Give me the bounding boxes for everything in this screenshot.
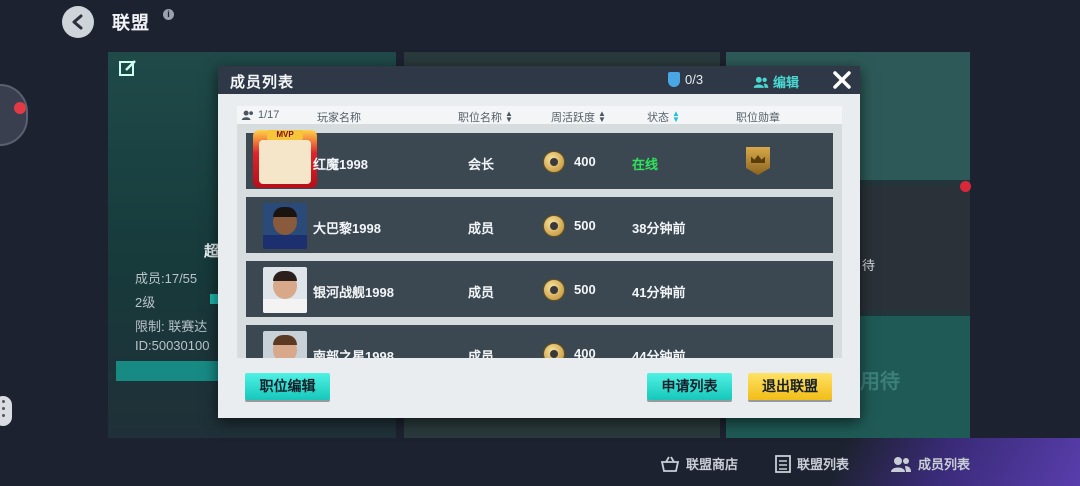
close-icon[interactable]	[831, 69, 853, 91]
activity-coin-icon	[543, 279, 565, 301]
notification-dot	[14, 102, 26, 114]
back-button[interactable]	[62, 6, 94, 38]
avatar	[259, 140, 311, 184]
list-icon	[775, 454, 791, 473]
member-name: 大巴黎1998	[313, 221, 381, 236]
column-status[interactable]: 状态 ▲ ▼	[647, 109, 680, 125]
column-badge: 职位勋章	[736, 109, 780, 125]
members-icon	[753, 76, 769, 88]
league-id: ID:50030100	[135, 338, 210, 353]
member-status: 在线	[632, 157, 659, 172]
member-position: 成员	[468, 285, 495, 300]
member-name: 南部之星1998	[313, 349, 394, 358]
nav-label: 联盟列表	[797, 457, 850, 472]
members-icon	[891, 456, 911, 472]
avatar-shirt	[263, 235, 307, 249]
column-player-name: 玩家名称	[317, 109, 361, 125]
edit-positions-button[interactable]: 职位编辑	[245, 373, 330, 400]
shop-basket-icon	[660, 456, 680, 472]
member-name: 银河战舰1998	[313, 285, 394, 300]
member-activity: 400	[574, 346, 596, 358]
member-status: 38分钟前	[632, 221, 686, 236]
mvp-avatar-frame: MVP	[253, 130, 317, 188]
member-list-dialog: 成员列表 0/3 编辑 1/17 玩家名称 职位名称 ▲ ▼ 周活跃度 ▲ ▼ …	[218, 66, 860, 418]
activity-coin-icon	[543, 151, 565, 173]
avatar-shirt	[263, 299, 307, 313]
dialog-title: 成员列表	[230, 74, 295, 91]
info-icon[interactable]: i	[163, 9, 174, 20]
member-position: 会长	[468, 157, 495, 172]
nav-league-shop[interactable]: 联盟商店	[660, 454, 738, 473]
member-row[interactable]: MVP 红魔1998 会长 400 在线	[246, 130, 833, 189]
member-position: 成员	[468, 349, 495, 358]
applications-button[interactable]: 申请列表	[647, 373, 732, 400]
member-activity: 500	[574, 282, 596, 297]
member-count: 1/17	[241, 109, 279, 121]
column-header-row: 1/17 玩家名称 职位名称 ▲ ▼ 周活跃度 ▲ ▼ 状态 ▲ ▼ 职位勋章	[237, 106, 842, 124]
page-title: 联盟	[112, 13, 150, 33]
avatar	[263, 267, 307, 313]
shield-icon	[668, 72, 680, 87]
sort-icon: ▲ ▼	[672, 109, 680, 124]
edit-icon[interactable]	[118, 58, 138, 78]
column-weekly-activity[interactable]: 周活跃度 ▲ ▼	[551, 109, 606, 125]
back-arrow-icon	[72, 14, 83, 30]
activity-coin-icon	[543, 215, 565, 237]
right-tile-text-large: 用待	[860, 371, 900, 393]
top-bar: 联盟 i	[0, 0, 1080, 46]
league-members: 成员:17/55	[135, 271, 198, 286]
column-label: 职位名称	[458, 112, 502, 124]
nav-league-list[interactable]: 联盟列表	[775, 454, 849, 473]
sort-icon: ▲ ▼	[598, 109, 606, 124]
avatar	[263, 203, 307, 249]
side-avatar[interactable]	[0, 84, 28, 146]
member-row[interactable]: 大巴黎1998 成员 500 38分钟前	[246, 197, 833, 253]
slot-count: 0/3	[685, 72, 704, 87]
column-label: 职位勋章	[736, 112, 780, 124]
member-list[interactable]: 1/17 玩家名称 职位名称 ▲ ▼ 周活跃度 ▲ ▼ 状态 ▲ ▼ 职位勋章 MVP 红魔…	[237, 106, 842, 358]
member-count-text: 1/17	[258, 109, 280, 121]
column-label: 状态	[647, 112, 669, 124]
bottom-nav: 联盟商店 联盟列表 成员列表	[0, 448, 1080, 482]
dialog-header: 成员列表 0/3 编辑	[218, 66, 860, 94]
member-row[interactable]: 南部之星1998 成员 400 44分钟前	[246, 325, 833, 358]
edit-button[interactable]: 编辑	[753, 72, 799, 91]
member-status: 44分钟前	[632, 349, 686, 358]
members-icon	[241, 110, 253, 120]
mvp-tag: MVP	[267, 130, 303, 140]
member-status: 41分钟前	[632, 285, 686, 300]
avatar	[263, 331, 307, 358]
crown-badge-icon	[746, 147, 770, 175]
member-name: 红魔1998	[313, 157, 368, 172]
column-label: 玩家名称	[317, 112, 361, 124]
notification-dot	[960, 181, 971, 192]
member-activity: 400	[574, 154, 596, 169]
edit-label: 编辑	[773, 75, 800, 90]
member-position: 成员	[468, 221, 495, 236]
nav-member-list[interactable]: 成员列表	[890, 454, 970, 473]
league-level: 2级	[135, 295, 156, 310]
sort-icon: ▲ ▼	[505, 109, 513, 124]
side-drawer-handle[interactable]	[0, 396, 12, 426]
league-limit: 限制: 联赛达	[135, 319, 208, 334]
league-name: 超	[204, 243, 220, 260]
nav-label: 联盟商店	[686, 457, 739, 472]
activity-coin-icon	[543, 343, 565, 358]
leave-league-button[interactable]: 退出联盟	[748, 373, 832, 400]
nav-label: 成员列表	[918, 457, 971, 472]
member-row[interactable]: 银河战舰1998 成员 500 41分钟前	[246, 261, 833, 317]
member-activity: 500	[574, 218, 596, 233]
column-position[interactable]: 职位名称 ▲ ▼	[458, 109, 513, 125]
column-label: 周活跃度	[551, 112, 595, 124]
right-tile-text: 待	[862, 258, 876, 273]
